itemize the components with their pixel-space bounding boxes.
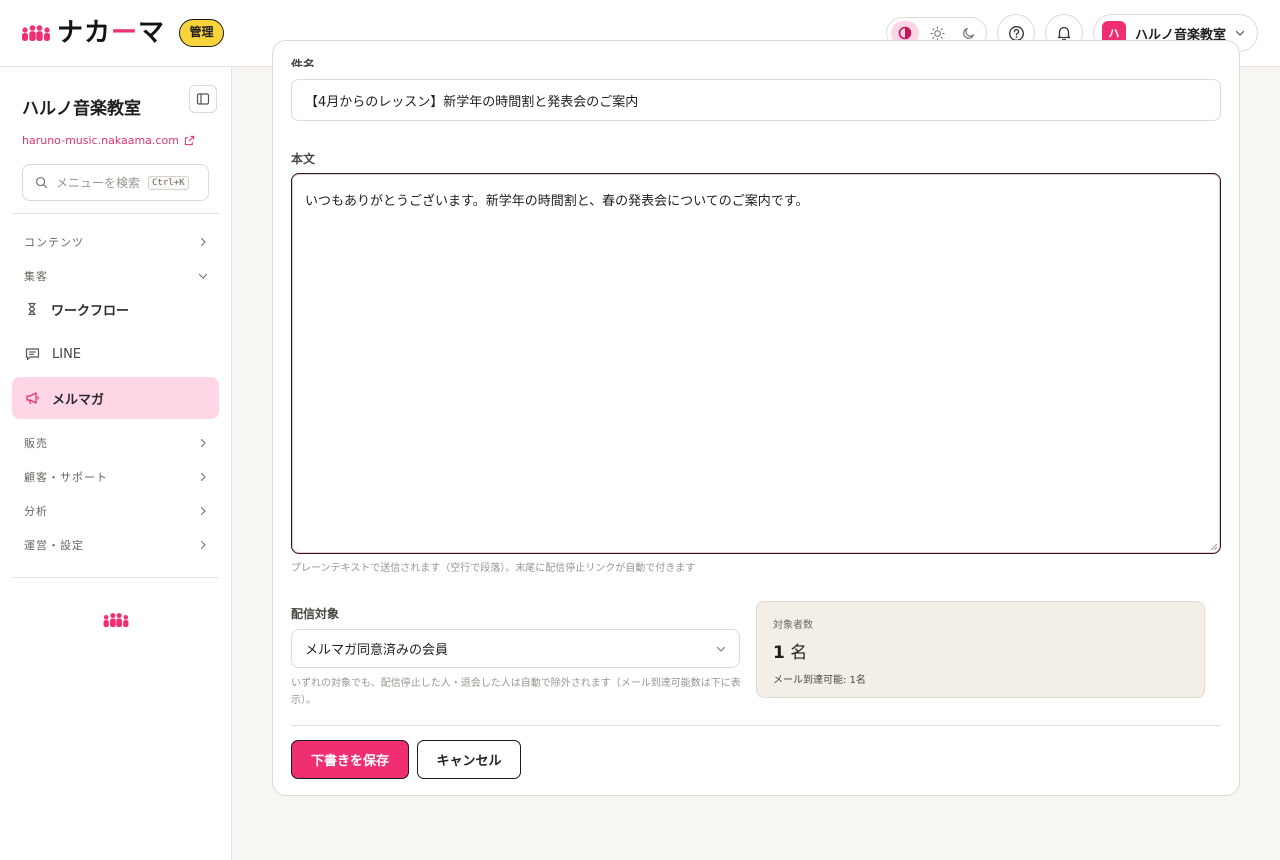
chevron-right-icon	[200, 237, 206, 247]
sidebar-divider	[12, 577, 219, 578]
brand-logo[interactable]: ナカーマ	[21, 18, 165, 48]
help-icon	[1008, 25, 1024, 41]
sidebar-item-label: メルマガ	[52, 392, 105, 408]
menu-search-input[interactable]: メニューを検索 Ctrl+K	[22, 164, 209, 201]
nav-section-marketing[interactable]: 集客	[24, 268, 208, 284]
sidebar-item-mailmagazine[interactable]: メルマガ	[12, 377, 219, 419]
chevron-down-icon	[198, 273, 208, 279]
contrast-icon	[898, 26, 912, 40]
cancel-button[interactable]: キャンセル	[417, 740, 521, 779]
moon-icon	[963, 27, 975, 39]
nav-section-label: 顧客・サポート	[24, 471, 108, 484]
sun-icon	[929, 25, 945, 41]
recipient-count-value: 1 名	[773, 643, 808, 663]
chevron-down-icon	[1235, 30, 1245, 36]
nav-section-sales[interactable]: 販売	[24, 435, 208, 451]
body-text: いつもありがとうございます。新学年の時間割と、春の発表会についてのご案内です。	[305, 194, 809, 209]
search-shortcut-hint: Ctrl+K	[148, 175, 189, 190]
sidebar-item-workflow[interactable]: ワークフロー	[12, 288, 219, 330]
nav-section-customer-support[interactable]: 顧客・サポート	[24, 469, 208, 485]
title-field-label: 件名	[291, 58, 316, 67]
people-logo-icon	[22, 25, 50, 41]
nav-section-label: 集客	[24, 270, 48, 283]
admin-badge: 管理	[179, 19, 224, 47]
target-select[interactable]: メルマガ同意済みの会員	[291, 629, 740, 668]
bell-icon	[1057, 26, 1071, 41]
reachable-count-text: メール到達可能: 1名	[773, 675, 866, 686]
hourglass-icon	[28, 302, 36, 316]
sidebar-toggle-icon	[196, 93, 210, 105]
megaphone-icon	[26, 392, 39, 405]
resize-handle-icon[interactable]	[1210, 543, 1218, 551]
site-link[interactable]: haruno-music.nakaama.com	[22, 134, 195, 147]
nav-section-label: 運営・設定	[24, 539, 84, 552]
nav-section-contents[interactable]: コンテンツ	[24, 234, 208, 250]
body-field-label: 本文	[291, 152, 316, 166]
chevron-right-icon	[200, 540, 206, 550]
chat-icon	[25, 348, 40, 361]
people-logo-icon	[103, 613, 129, 628]
nav-section-label: コンテンツ	[24, 236, 84, 249]
brand-name: ナカーマ	[57, 18, 166, 48]
chevron-right-icon	[200, 472, 206, 482]
sidebar-item-label: ワークフロー	[51, 303, 130, 319]
sidebar-school-name: ハルノ音楽教室	[22, 99, 141, 119]
sidebar-item-line[interactable]: LINE	[12, 333, 219, 375]
external-link-icon	[184, 135, 195, 146]
nav-section-operations-settings[interactable]: 運営・設定	[24, 537, 208, 553]
sidebar-collapse-button[interactable]	[189, 85, 217, 113]
body-textarea[interactable]: いつもありがとうございます。新学年の時間割と、春の発表会についてのご案内です。	[291, 173, 1221, 554]
chevron-right-icon	[200, 438, 206, 448]
nav-section-label: 分析	[24, 505, 48, 518]
chevron-down-icon	[716, 646, 726, 652]
site-link-text: haruno-music.nakaama.com	[22, 134, 179, 147]
nav-section-label: 販売	[24, 437, 48, 450]
target-field-label: 配信対象	[291, 607, 340, 621]
sidebar: ハルノ音楽教室 haruno-music.nakaama.com メニューを検索…	[0, 67, 232, 860]
nav-section-analytics[interactable]: 分析	[24, 503, 208, 519]
sidebar-item-label: LINE	[52, 346, 82, 362]
sidebar-divider	[12, 213, 219, 214]
recipient-count-panel: 対象者数 1 名 メール到達可能: 1名	[756, 601, 1205, 698]
body-help-text: プレーンテキストで送信されます（空行で段落）。末尾に配信停止リンクが自動で付きま…	[291, 563, 696, 574]
save-draft-button[interactable]: 下書きを保存	[291, 740, 409, 779]
title-input[interactable]: 【4月からのレッスン】新学年の時間割と発表会のご案内	[291, 79, 1221, 121]
search-placeholder: メニューを検索	[56, 176, 141, 190]
form-divider	[291, 725, 1221, 726]
search-icon	[35, 176, 48, 189]
target-help-text: いずれの対象でも、配信停止した人・退会した人は自動で除外されます（メール到達可能…	[291, 678, 741, 706]
chevron-right-icon	[200, 506, 206, 516]
recipient-count-label: 対象者数	[773, 620, 813, 631]
target-select-value: メルマガ同意済みの会員	[305, 643, 449, 658]
